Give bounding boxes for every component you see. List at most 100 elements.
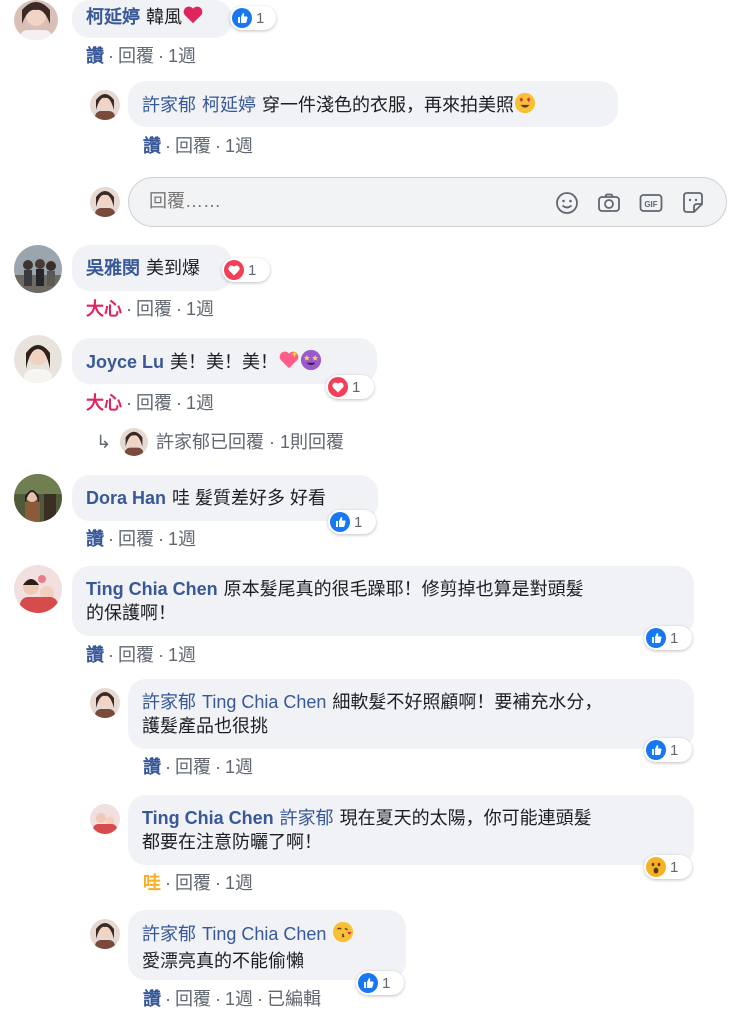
reply-link[interactable]: 回覆 (118, 529, 154, 549)
comment-author[interactable]: 柯延婷 (86, 7, 140, 27)
wow-icon (646, 857, 666, 877)
timestamp[interactable]: 1週 (225, 873, 253, 893)
comment-author[interactable]: 許家郁 (142, 924, 196, 944)
comment-actions: 讚 · 回覆 · 1週 (143, 753, 253, 779)
reaction-count: 1 (670, 741, 679, 759)
reply-link[interactable]: 回覆 (175, 873, 211, 893)
avatar (90, 187, 120, 217)
kissing-heart-emoji-icon (332, 921, 354, 949)
avatar[interactable] (14, 565, 62, 613)
like-icon (646, 740, 666, 760)
comment-text: 現在夏天的太陽，你可能連頭髮 (339, 808, 592, 828)
separator: · (215, 757, 221, 777)
comment-bubble: Ting Chia Chen 許家郁 現在夏天的太陽，你可能連頭髮 都要在注意防曬了啊… (128, 795, 694, 865)
comment-text: 美！美！美！ (170, 352, 279, 372)
reaction-badge[interactable]: 1 (222, 258, 270, 282)
sticker-icon[interactable] (680, 190, 706, 216)
timestamp[interactable]: 1週 (168, 645, 196, 665)
timestamp[interactable]: 1週 (225, 989, 253, 1009)
timestamp[interactable]: 1週 (168, 529, 196, 549)
comment-bubble: 吳雅閔 美到爆 (72, 245, 232, 291)
heart-eyes-emoji-icon (514, 92, 536, 120)
comment-author[interactable]: Joyce Lu (86, 352, 164, 372)
avatar[interactable] (90, 90, 120, 120)
reaction-badge[interactable]: 1 (644, 855, 692, 879)
mention-link[interactable]: Ting Chia Chen (202, 924, 326, 944)
love-link[interactable]: 大心 (86, 393, 122, 413)
like-link[interactable]: 讚 (86, 529, 104, 549)
timestamp[interactable]: 1週 (186, 393, 214, 413)
comment-author[interactable]: 吳雅閔 (86, 258, 140, 278)
timestamp[interactable]: 1週 (225, 136, 253, 156)
comment-author[interactable]: 許家郁 (142, 692, 196, 712)
reaction-badge[interactable]: 1 (230, 6, 276, 30)
reply-link[interactable]: 回覆 (175, 136, 211, 156)
camera-icon[interactable] (596, 190, 622, 216)
timestamp[interactable]: 1週 (168, 46, 196, 66)
view-replies-link[interactable]: ↳ 許家郁已回覆 · 1則回覆 (96, 428, 344, 456)
reply-link[interactable]: 回覆 (136, 299, 172, 319)
separator: · (176, 299, 182, 319)
reaction-count: 1 (670, 858, 679, 876)
reaction-count: 1 (248, 261, 257, 279)
mention-link[interactable]: 許家郁 (280, 808, 334, 828)
reply-link[interactable]: 回覆 (118, 46, 154, 66)
love-link[interactable]: 大心 (86, 299, 122, 319)
like-link[interactable]: 讚 (143, 136, 161, 156)
avatar[interactable] (14, 245, 62, 293)
comment-author[interactable]: Dora Han (86, 488, 166, 508)
timestamp[interactable]: 1週 (186, 299, 214, 319)
reply-input[interactable] (147, 190, 531, 213)
like-link[interactable]: 讚 (86, 645, 104, 665)
edited-label[interactable]: 已編輯 (267, 989, 321, 1009)
reaction-badge[interactable]: 1 (328, 510, 376, 534)
reaction-badge[interactable]: 1 (644, 738, 692, 762)
separator: · (158, 529, 164, 549)
like-link[interactable]: 讚 (143, 989, 161, 1009)
avatar[interactable] (90, 919, 120, 949)
reaction-count: 1 (256, 9, 265, 27)
timestamp[interactable]: 1週 (225, 757, 253, 777)
reply-link[interactable]: 回覆 (175, 757, 211, 777)
like-icon (330, 512, 350, 532)
reply-link[interactable]: 回覆 (175, 989, 211, 1009)
avatar[interactable] (14, 474, 62, 522)
avatar[interactable] (14, 335, 62, 383)
mention-link[interactable]: Ting Chia Chen (202, 692, 326, 712)
avatar[interactable] (90, 688, 120, 718)
like-icon (358, 973, 378, 993)
avatar (120, 428, 148, 456)
sparkle-heart-emoji-icon (278, 349, 300, 377)
reaction-count: 1 (382, 974, 391, 992)
comment-text: 細軟髮不好照顧啊！要補充水分， (332, 692, 603, 712)
separator: · (108, 645, 114, 665)
separator: · (165, 136, 171, 156)
like-link[interactable]: 讚 (143, 757, 161, 777)
wow-link[interactable]: 哇 (143, 873, 161, 893)
heart-emoji-icon (182, 4, 204, 32)
reply-link[interactable]: 回覆 (118, 645, 154, 665)
reply-input-box: GIF (128, 177, 727, 227)
comment-author[interactable]: 許家郁 (142, 95, 196, 115)
mention-link[interactable]: 柯延婷 (202, 95, 256, 115)
reply-link[interactable]: 回覆 (136, 393, 172, 413)
love-icon (328, 377, 348, 397)
love-icon (224, 260, 244, 280)
comment-actions: 讚 · 回覆 · 1週 (86, 42, 196, 68)
gif-icon[interactable]: GIF (638, 190, 664, 216)
smiley-icon[interactable] (554, 190, 580, 216)
separator: · (158, 645, 164, 665)
comment-actions: 讚 · 回覆 · 1週 (86, 641, 196, 667)
avatar[interactable] (90, 804, 120, 834)
avatar[interactable] (14, 0, 58, 40)
comment-author[interactable]: Ting Chia Chen (86, 579, 218, 599)
reaction-badge[interactable]: 1 (356, 971, 404, 995)
comment-actions: 讚 · 回覆 · 1週 · 已編輯 (143, 985, 321, 1011)
comment-bubble: Ting Chia Chen 原本髮尾真的很毛躁耶！修剪掉也算是對頭髮 的保護啊！ (72, 566, 694, 636)
comment-author[interactable]: Ting Chia Chen (142, 808, 274, 828)
reaction-badge[interactable]: 1 (326, 375, 374, 399)
comment-bubble: 許家郁 Ting Chia Chen 愛漂亮真的不能偷懶 (128, 910, 406, 980)
like-link[interactable]: 讚 (86, 46, 104, 66)
reply-arrow-icon: ↳ (96, 432, 112, 452)
reaction-badge[interactable]: 1 (644, 626, 692, 650)
